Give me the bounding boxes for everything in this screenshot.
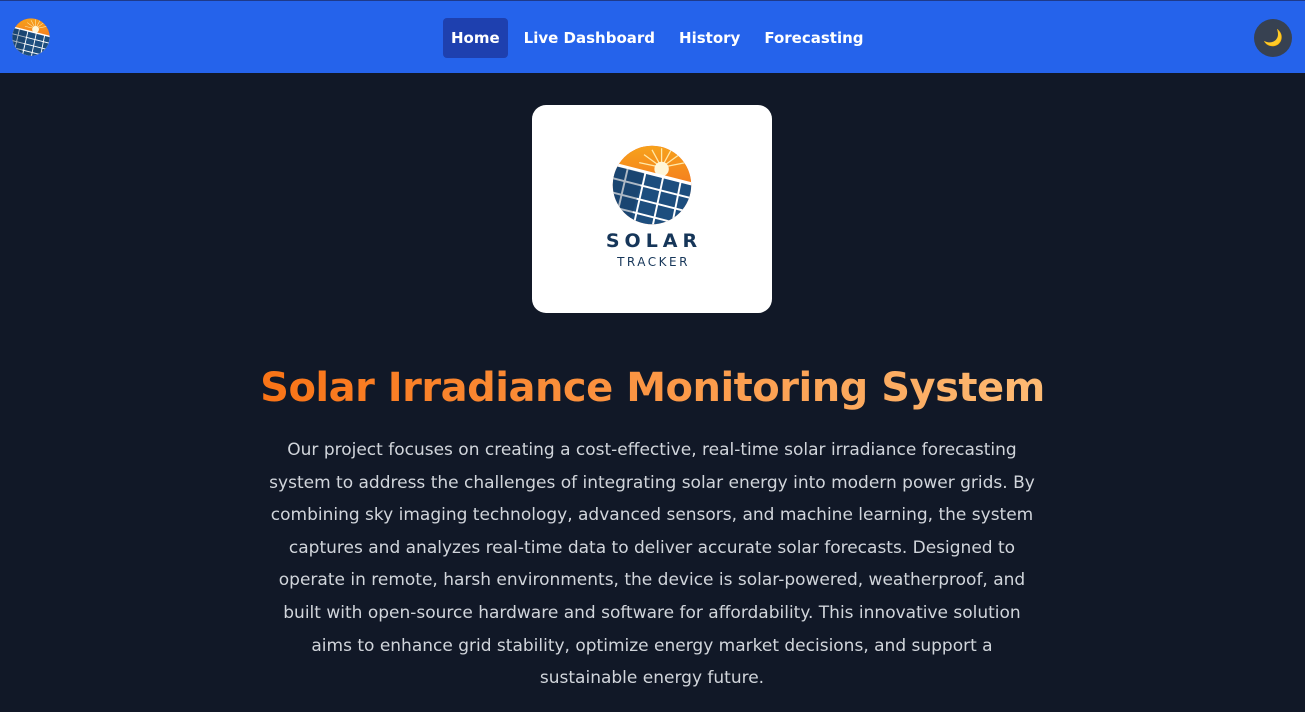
nav-link-history[interactable]: History (671, 18, 748, 58)
theme-toggle-button[interactable]: 🌙 (1254, 19, 1292, 57)
nav-link-home[interactable]: Home (443, 18, 508, 58)
top-navbar: Home Live Dashboard History Forecasting … (0, 0, 1305, 73)
brand-name: SOLAR (605, 230, 703, 252)
project-description: Our project focuses on creating a cost-e… (269, 440, 1035, 689)
nav-link-live-dashboard[interactable]: Live Dashboard (516, 18, 663, 58)
hero-logo-card: SOLAR TRACKER (532, 105, 772, 313)
solar-tracker-logo-icon (612, 145, 692, 225)
brand-subtitle: TRACKER (617, 255, 690, 269)
moon-icon: 🌙 (1263, 28, 1283, 47)
solar-tracker-logo-icon[interactable] (12, 18, 50, 56)
page-title: Solar Irradiance Monitoring System (0, 362, 1305, 414)
nav-links: Home Live Dashboard History Forecasting (443, 18, 880, 58)
nav-link-forecasting[interactable]: Forecasting (756, 18, 871, 58)
page-title-text: Solar Irradiance Monitoring System (260, 365, 1045, 411)
